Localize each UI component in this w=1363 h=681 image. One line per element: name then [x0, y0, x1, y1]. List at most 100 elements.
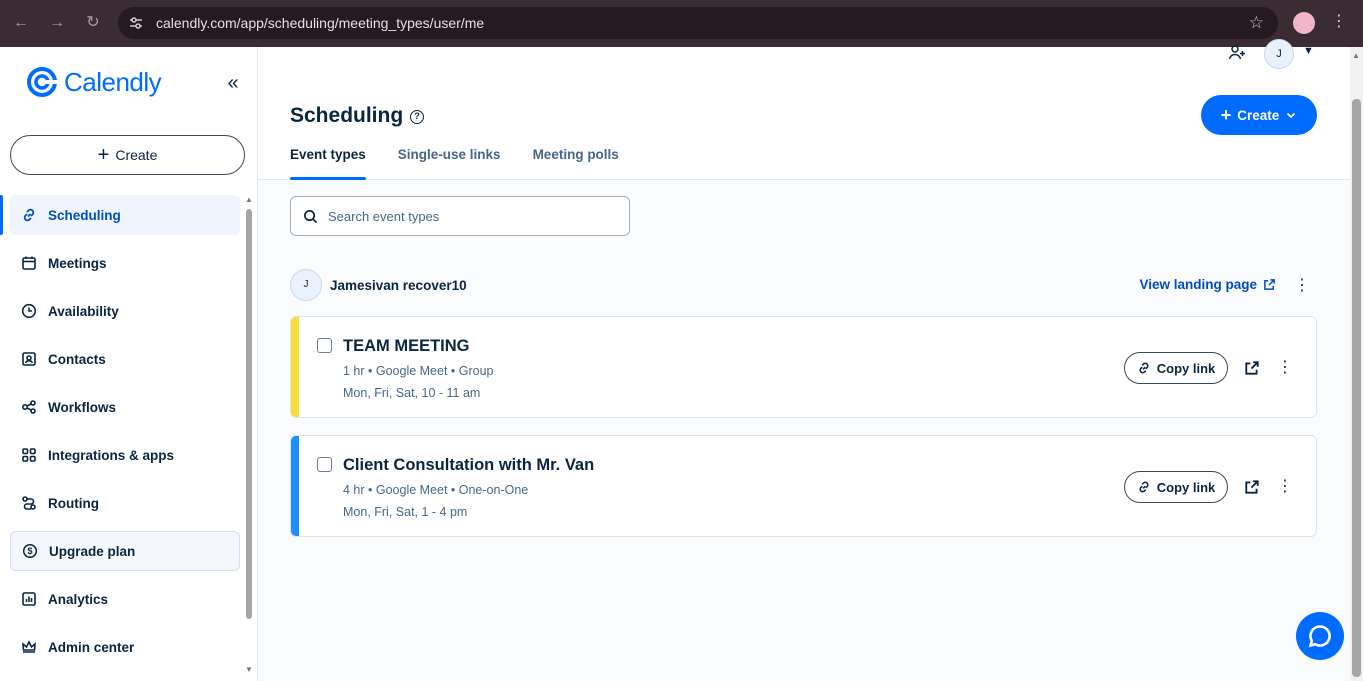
sidebar-item-label: Workflows [48, 399, 117, 415]
calendly-logo[interactable]: Calendly [26, 66, 162, 98]
link-icon [1139, 362, 1149, 374]
link-icon [1139, 481, 1149, 493]
sidebar-scrollbar[interactable]: ▲ ▼ [244, 195, 254, 677]
reload-icon[interactable]: ↻ [82, 12, 104, 34]
main-content: J ▼ Scheduling ? + Create Event types Si… [258, 39, 1350, 681]
event-type-card[interactable]: Client Consultation with Mr. Van 4 hr • … [290, 435, 1317, 537]
sidebar-item-availability[interactable]: Availability [0, 291, 240, 331]
external-link-icon[interactable] [1244, 479, 1260, 495]
sidebar-item-upgrade-plan[interactable]: $ Upgrade plan [10, 531, 240, 571]
collapse-sidebar-icon[interactable]: « [222, 73, 244, 95]
event-color-stripe [291, 436, 299, 536]
view-landing-page-link[interactable]: View landing page [1139, 277, 1276, 292]
site-settings-icon[interactable] [128, 15, 144, 31]
view-landing-page-label: View landing page [1139, 277, 1257, 292]
sidebar-item-workflows[interactable]: Workflows [0, 387, 240, 427]
tab-single-use-links[interactable]: Single-use links [398, 147, 501, 180]
search-icon [304, 209, 318, 223]
event-select-checkbox[interactable] [317, 338, 332, 353]
sidebar-item-integrations[interactable]: Integrations & apps [0, 435, 240, 475]
external-link-icon [1264, 279, 1275, 290]
search-box[interactable] [290, 196, 630, 236]
sidebar: Calendly « + Create Scheduling Meetings … [0, 47, 258, 681]
user-avatar: J [290, 269, 322, 301]
browser-profile-avatar[interactable] [1293, 12, 1315, 34]
event-schedule: Mon, Fri, Sat, 10 - 11 am [343, 386, 481, 400]
browser-menu-icon[interactable]: ⋮ [1331, 11, 1347, 31]
svg-text:$: $ [27, 546, 32, 556]
grid-icon [20, 446, 38, 464]
browser-toolbar: ← → ↻ calendly.com/app/scheduling/meetin… [0, 0, 1363, 47]
copy-link-label: Copy link [1156, 479, 1216, 495]
chevron-down-icon [1287, 112, 1296, 119]
url-text[interactable]: calendly.com/app/scheduling/meeting_type… [156, 15, 484, 31]
sidebar-item-label: Admin center [48, 639, 135, 655]
event-type-card[interactable]: TEAM MEETING 1 hr • Google Meet • Group … [290, 316, 1317, 418]
event-select-checkbox[interactable] [317, 457, 332, 472]
more-options-icon[interactable]: ⋮ [1294, 275, 1310, 295]
address-bar[interactable]: calendly.com/app/scheduling/meeting_type… [118, 7, 1278, 39]
brand-name: Calendly [64, 66, 162, 97]
sidebar-item-meetings[interactable]: Meetings [0, 243, 240, 283]
crown-icon [20, 638, 38, 656]
back-icon[interactable]: ← [10, 12, 32, 34]
copy-link-button[interactable]: Copy link [1124, 352, 1228, 384]
sidebar-item-scheduling[interactable]: Scheduling [0, 195, 240, 235]
sidebar-item-analytics[interactable]: Analytics [0, 579, 240, 619]
routing-icon [20, 494, 38, 512]
sidebar-item-label: Analytics [48, 591, 109, 607]
forward-icon[interactable]: → [46, 12, 68, 34]
create-button-label: Create [1237, 107, 1280, 123]
sidebar-item-label: Upgrade plan [49, 543, 136, 559]
page-header: J ▼ Scheduling ? + Create Event types Si… [258, 39, 1350, 180]
chevron-down-icon[interactable]: ▼ [1303, 45, 1314, 57]
sidebar-item-admin-center[interactable]: Admin center [0, 627, 240, 667]
sidebar-create-label: Create [115, 147, 158, 163]
link-icon [20, 206, 38, 224]
sidebar-item-label: Scheduling [48, 207, 121, 223]
more-options-icon[interactable]: ⋮ [1277, 357, 1293, 377]
user-section-header: J Jamesivan recover10 View landing page … [290, 269, 1316, 301]
event-meta: 4 hr • Google Meet • One-on-One [343, 483, 529, 497]
clock-icon [20, 302, 38, 320]
sidebar-nav: Scheduling Meetings Availability Contact… [0, 195, 240, 675]
sidebar-item-label: Meetings [48, 255, 107, 271]
help-icon[interactable]: ? [410, 110, 424, 124]
event-title[interactable]: Client Consultation with Mr. Van [343, 456, 594, 475]
sidebar-item-label: Contacts [48, 351, 106, 367]
calendar-icon [20, 254, 38, 272]
scroll-down-arrow-icon[interactable]: ▼ [244, 665, 254, 674]
more-options-icon[interactable]: ⋮ [1277, 476, 1293, 496]
chat-bubble-icon [1308, 625, 1331, 648]
copy-link-label: Copy link [1156, 360, 1216, 376]
main-scrollbar[interactable]: ▲ [1350, 47, 1363, 681]
tab-event-types[interactable]: Event types [290, 147, 366, 180]
add-user-icon[interactable] [1228, 45, 1246, 61]
sidebar-item-contacts[interactable]: Contacts [0, 339, 240, 379]
event-title[interactable]: TEAM MEETING [343, 337, 470, 356]
tab-bar: Event types Single-use links Meeting pol… [290, 147, 619, 180]
dollar-icon: $ [21, 542, 39, 560]
event-schedule: Mon, Fri, Sat, 1 - 4 pm [343, 505, 468, 519]
bookmark-star-icon[interactable]: ☆ [1249, 13, 1264, 33]
scroll-up-arrow-icon[interactable]: ▲ [1352, 51, 1360, 60]
page-title: Scheduling [290, 104, 404, 127]
external-link-icon[interactable] [1244, 360, 1260, 376]
create-button[interactable]: + Create [1201, 95, 1317, 135]
bar-chart-icon [20, 590, 38, 608]
main-scroll-thumb[interactable] [1352, 99, 1361, 677]
sidebar-create-button[interactable]: + Create [10, 135, 245, 175]
plus-icon: + [1220, 105, 1232, 125]
copy-link-button[interactable]: Copy link [1124, 471, 1228, 503]
calendly-logo-icon [27, 67, 58, 97]
sidebar-scroll-thumb[interactable] [246, 209, 252, 619]
search-input[interactable] [328, 208, 608, 224]
sidebar-item-label: Integrations & apps [48, 447, 175, 463]
sidebar-item-routing[interactable]: Routing [0, 483, 240, 523]
scroll-up-arrow-icon[interactable]: ▲ [244, 195, 254, 204]
tab-meeting-polls[interactable]: Meeting polls [533, 147, 619, 180]
chat-support-button[interactable] [1296, 612, 1344, 660]
sidebar-item-label: Availability [48, 303, 119, 319]
user-name: Jamesivan recover10 [330, 277, 467, 293]
user-avatar[interactable]: J [1264, 39, 1294, 69]
